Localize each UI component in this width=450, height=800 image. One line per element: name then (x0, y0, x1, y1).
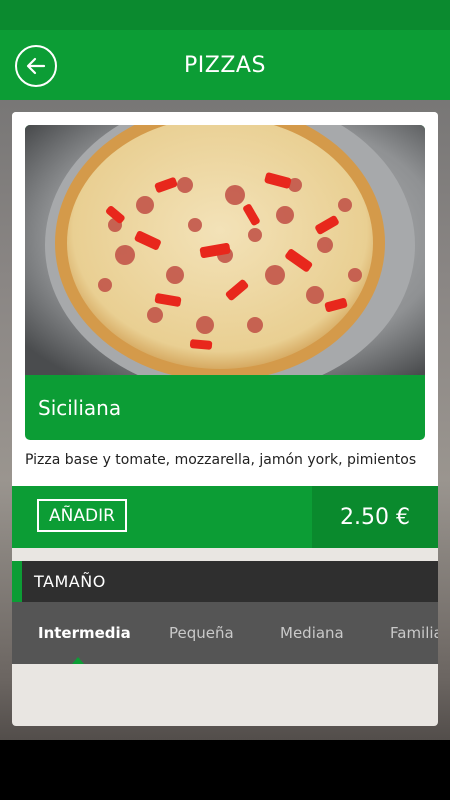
size-tab-mediana[interactable]: Mediana (280, 602, 344, 664)
back-button[interactable] (15, 45, 57, 87)
product-info: Siciliana Pizza base y tomate, mozzarell… (12, 112, 438, 548)
size-tab-pequena[interactable]: Pequeña (169, 602, 234, 664)
product-description: Pizza base y tomate, mozzarella, jamón y… (25, 452, 417, 468)
pizza-photo (25, 125, 425, 375)
add-button[interactable]: AÑADIR (37, 499, 127, 532)
product-hero[interactable]: Siciliana (25, 125, 425, 440)
size-section-header: TAMAÑO (12, 561, 438, 602)
product-card: Siciliana Pizza base y tomate, mozzarell… (12, 112, 438, 726)
size-tabs: Intermedia Pequeña Mediana Familiar (12, 602, 438, 664)
product-name: Siciliana (38, 395, 122, 420)
section-accent (12, 561, 22, 602)
size-tab-intermedia[interactable]: Intermedia (38, 602, 131, 664)
price-label: 2.50 € (312, 486, 438, 548)
size-section-title: TAMAÑO (34, 572, 106, 591)
navigation-bar-area (0, 740, 450, 800)
action-bar: AÑADIR 2.50 € (12, 486, 438, 548)
page-title: PIZZAS (184, 52, 266, 78)
status-bar (0, 0, 450, 30)
product-name-band: Siciliana (25, 375, 425, 440)
arrow-left-icon (26, 57, 46, 75)
size-tab-familiar[interactable]: Familiar (390, 602, 438, 664)
app-bar: PIZZAS (0, 30, 450, 100)
selected-tab-indicator (72, 657, 84, 664)
